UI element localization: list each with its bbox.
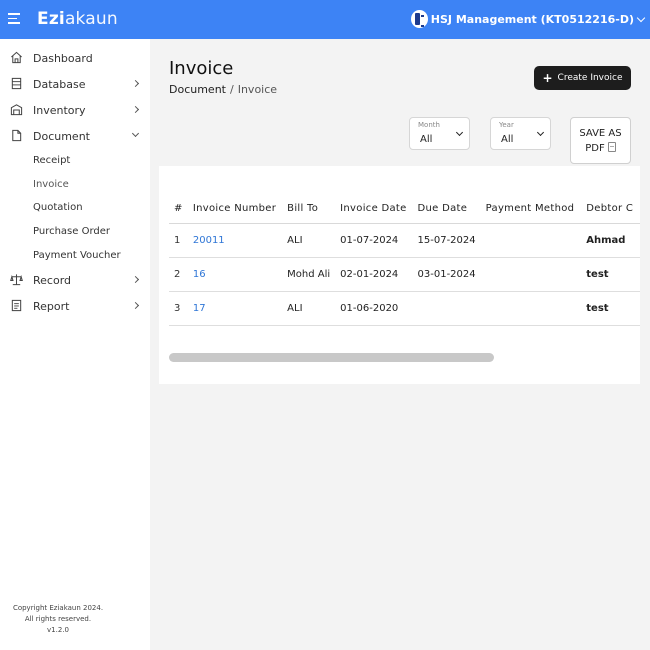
table-row[interactable]: 1 20011 ALI 01-07-2024 15-07-2024 Ahmad <box>169 223 640 258</box>
page-title: Invoice <box>169 58 234 79</box>
app-logo[interactable]: Eziakaun <box>37 9 118 29</box>
sidebar-sub-purchase-order[interactable]: Purchase Order <box>33 226 110 237</box>
company-name: HSJ Management (KT0512216-D) <box>430 12 634 26</box>
sidebar-sub-receipt[interactable]: Receipt <box>33 155 70 166</box>
scale-icon <box>10 274 23 286</box>
sidebar-sub-invoice[interactable]: Invoice <box>33 179 69 190</box>
column-header-invoice-number[interactable]: Invoice Number <box>187 194 283 224</box>
invoice-number-link[interactable]: 16 <box>187 257 283 292</box>
inventory-icon <box>10 104 23 116</box>
sidebar: Dashboard Database Inventory Document Re… <box>0 39 150 650</box>
report-icon <box>11 299 22 312</box>
sidebar-item-record[interactable]: Record <box>0 269 150 291</box>
column-header-debtor[interactable]: Debtor C <box>581 194 640 224</box>
month-select[interactable]: Month All <box>409 117 470 150</box>
document-icon <box>12 129 22 142</box>
sidebar-item-document[interactable]: Document <box>0 125 150 147</box>
invoice-table: # Invoice Number Bill To Invoice Date Du… <box>169 194 640 326</box>
sidebar-item-report[interactable]: Report <box>0 295 150 317</box>
invoice-number-link[interactable]: 20011 <box>187 223 283 258</box>
chevron-right-icon <box>131 79 140 88</box>
invoice-number-link[interactable]: 17 <box>187 291 283 326</box>
chevron-down-icon <box>636 13 646 22</box>
breadcrumb: Document / Invoice <box>169 83 278 96</box>
column-header-invoice-date[interactable]: Invoice Date <box>335 194 413 224</box>
chevron-right-icon <box>131 275 140 284</box>
breadcrumb-current: Invoice <box>237 83 278 96</box>
column-header-index[interactable]: # <box>169 194 188 224</box>
sidebar-sub-payment-voucher[interactable]: Payment Voucher <box>33 250 121 261</box>
column-header-due-date[interactable]: Due Date <box>412 194 481 224</box>
sidebar-item-database[interactable]: Database <box>0 73 150 95</box>
chevron-down-icon <box>536 128 545 137</box>
table-row[interactable]: 2 16 Mohd Ali 02-01-2024 03-01-2024 test <box>169 257 640 292</box>
invoice-table-card: # Invoice Number Bill To Invoice Date Du… <box>159 166 640 384</box>
year-select[interactable]: Year All <box>490 117 551 150</box>
sidebar-sub-quotation[interactable]: Quotation <box>33 202 83 213</box>
top-bar: Eziakaun HSJ Management (KT0512216-D) <box>0 0 650 39</box>
database-icon <box>11 77 22 90</box>
table-header-row: # Invoice Number Bill To Invoice Date Du… <box>169 194 640 224</box>
chevron-right-icon <box>131 105 140 114</box>
sidebar-footer: Copyright Eziakaun 2024. All rights rese… <box>12 604 104 634</box>
pdf-file-icon <box>607 142 616 152</box>
horizontal-scrollbar[interactable] <box>169 353 494 362</box>
sidebar-item-inventory[interactable]: Inventory <box>0 99 150 121</box>
save-as-pdf-button[interactable]: SAVE AS PDF <box>570 117 631 164</box>
breadcrumb-document[interactable]: Document <box>169 83 226 96</box>
chevron-down-icon <box>131 129 140 138</box>
column-header-payment-method[interactable]: Payment Method <box>480 194 582 224</box>
company-logo-icon <box>410 10 428 28</box>
company-selector[interactable]: HSJ Management (KT0512216-D) <box>410 10 646 28</box>
plus-icon: + <box>542 71 553 85</box>
home-icon <box>11 51 22 64</box>
chevron-down-icon <box>455 128 464 137</box>
chevron-right-icon <box>131 301 140 310</box>
table-row[interactable]: 3 17 ALI 01-06-2020 test <box>169 291 640 326</box>
sidebar-item-dashboard[interactable]: Dashboard <box>0 47 150 69</box>
create-invoice-button[interactable]: + Create Invoice <box>534 66 631 90</box>
menu-icon[interactable] <box>8 13 20 24</box>
column-header-bill-to[interactable]: Bill To <box>282 194 336 224</box>
